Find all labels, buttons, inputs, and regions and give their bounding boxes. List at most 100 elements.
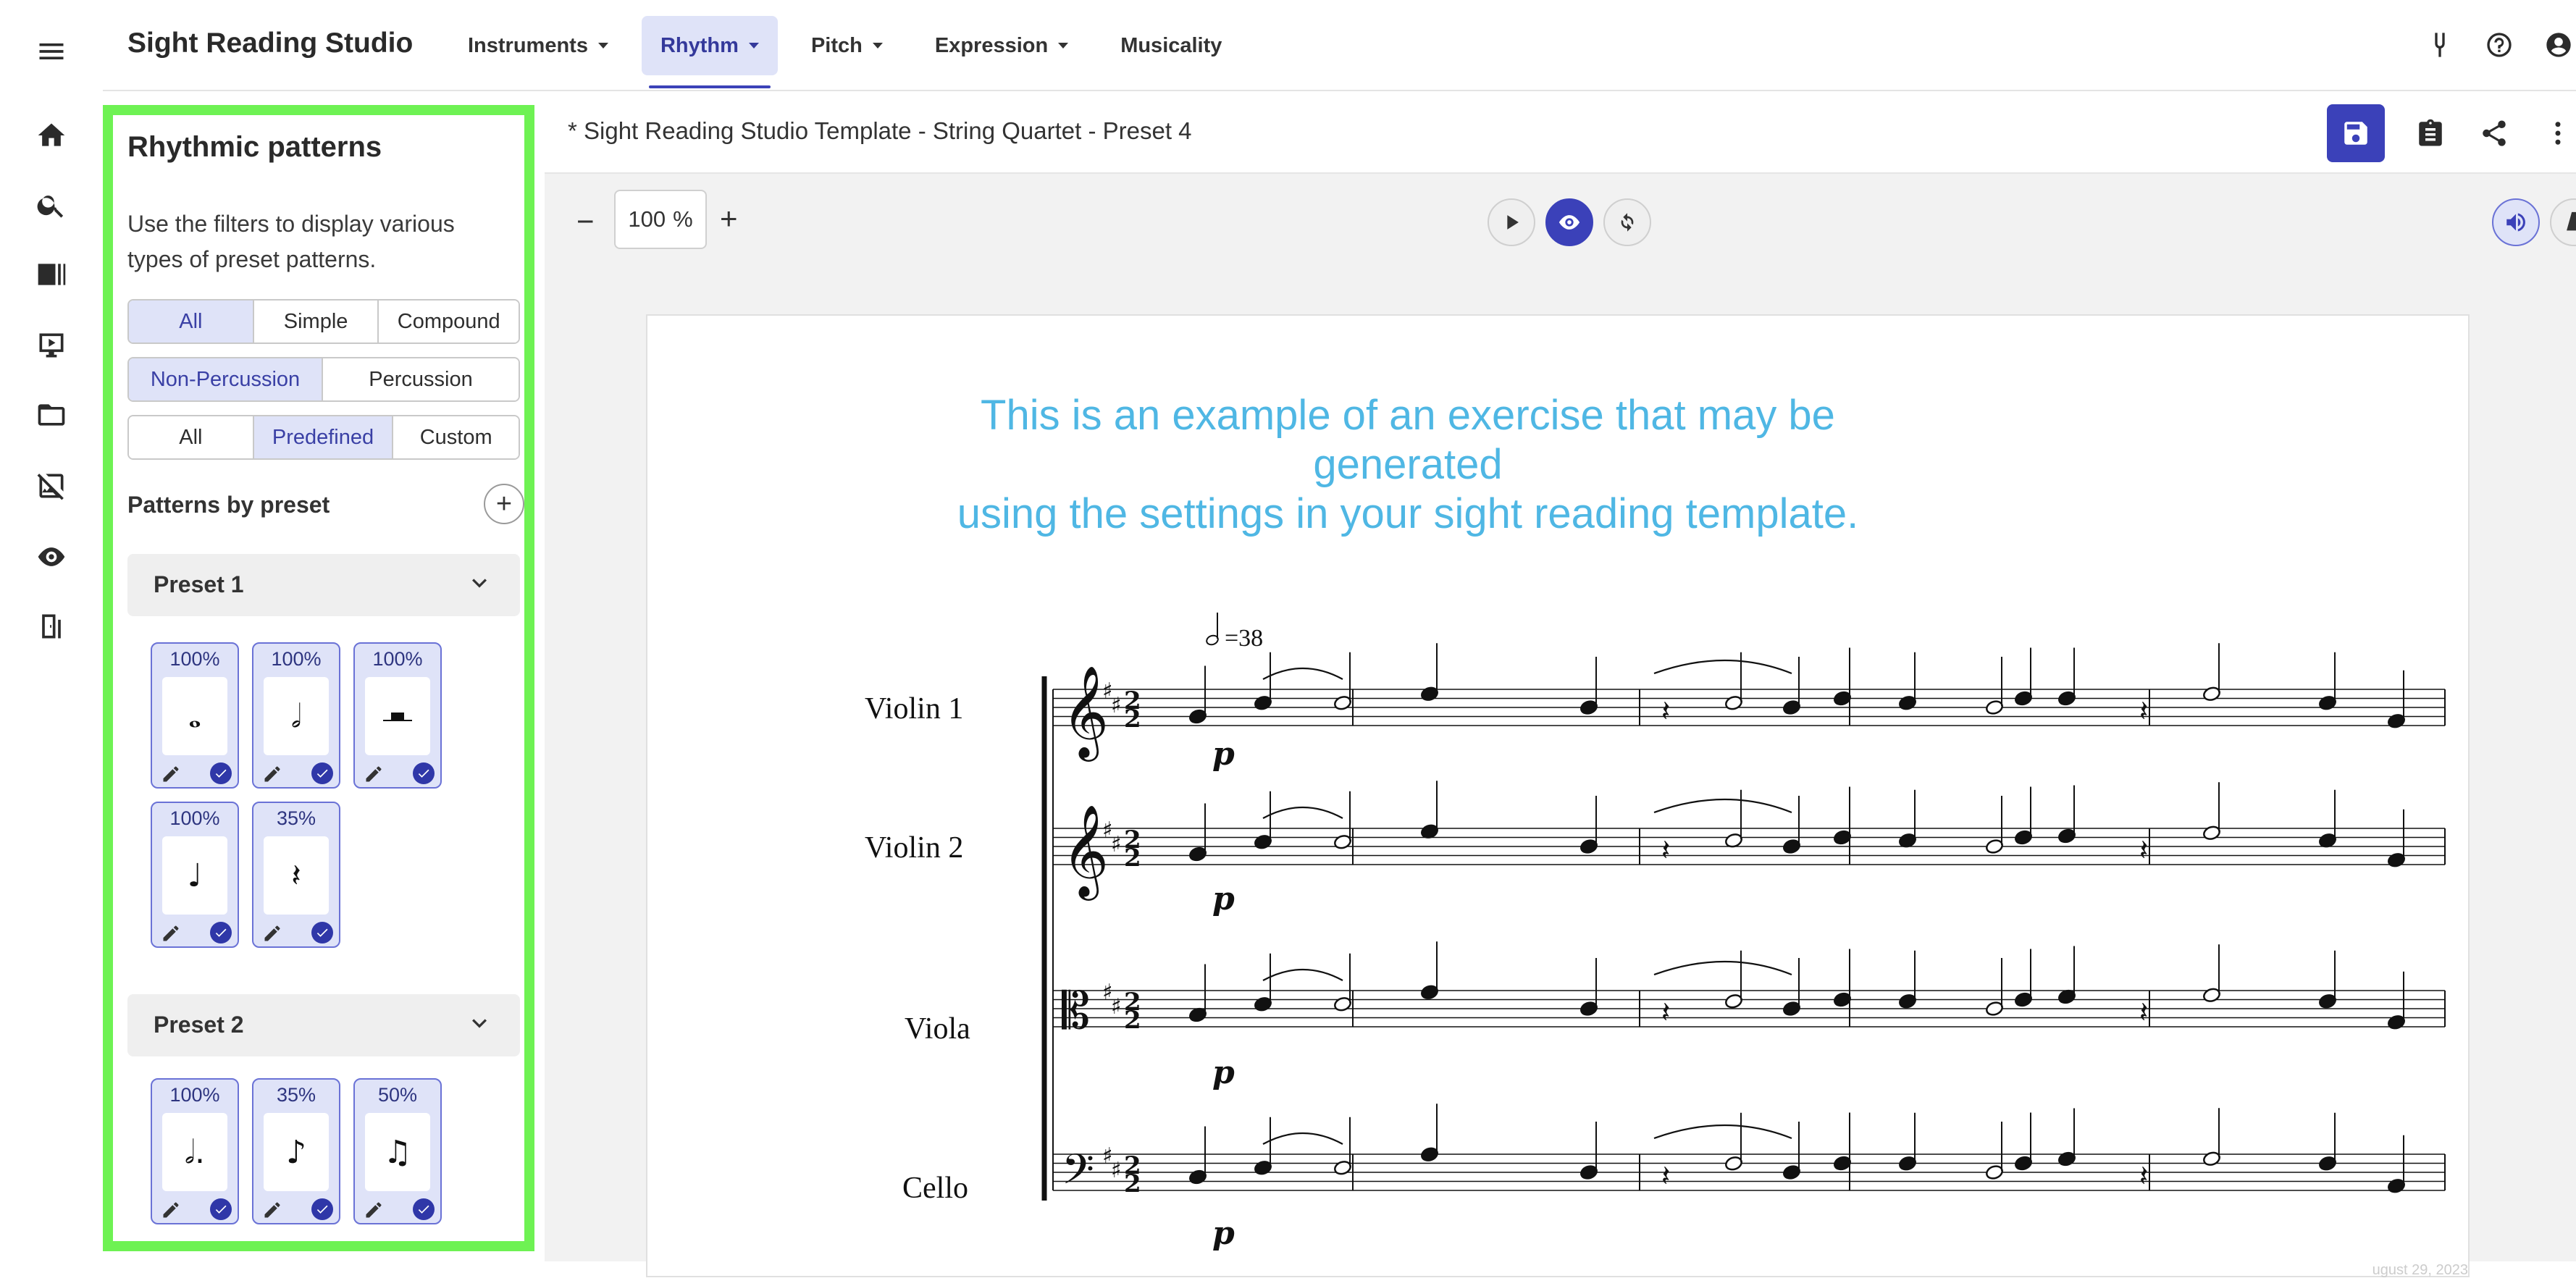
pencil-icon[interactable] [364,764,384,784]
time-signature: 2 [1124,705,1141,734]
eighth-note-icon: ♪ [264,1113,329,1191]
example-caption: This is an example of an exercise that m… [937,391,1879,539]
quarter-note-icon: ♩ [162,836,227,915]
check-icon[interactable] [413,1198,435,1220]
pencil-icon[interactable] [364,1200,384,1220]
save-button[interactable] [2327,104,2385,162]
app-title[interactable]: Sight Reading Studio [127,28,413,59]
preset-2-header[interactable]: Preset 2 [127,994,520,1056]
nav-rhythm[interactable]: Rhythm [641,16,778,88]
more-vert-icon[interactable] [2540,115,2576,151]
filter-percussion[interactable]: Percussion [323,358,519,400]
video-icon[interactable] [33,327,70,363]
filter-meter-all[interactable]: All [129,301,254,342]
nav-expression[interactable]: Expression [916,16,1087,75]
pattern-card[interactable]: 35% 𝄽 [252,802,340,948]
playback-controls [1488,198,1651,246]
filter-meter-simple[interactable]: Simple [253,301,379,342]
check-icon[interactable] [210,922,232,944]
clipboard-icon[interactable] [2412,115,2449,151]
filter-non-percussion[interactable]: Non-Percussion [129,358,324,400]
exit-icon[interactable] [33,608,70,644]
caption-line-1: This is an example of an exercise that m… [981,392,1835,488]
check-icon[interactable] [210,762,232,784]
play-button[interactable] [1488,198,1535,246]
pattern-percent: 50% [377,1084,418,1106]
chevron-down-icon [472,1019,487,1028]
help-icon[interactable] [2482,28,2517,62]
preset-1-header[interactable]: Preset 1 [127,554,520,616]
filter-meter-compound[interactable]: Compound [379,301,519,342]
check-icon[interactable] [311,922,333,944]
pattern-card[interactable]: 100% [353,642,442,789]
folder-icon[interactable] [33,397,70,433]
nav-instruments[interactable]: Instruments [449,16,627,75]
slur [1262,969,1343,981]
pencil-icon[interactable] [262,923,282,944]
ear-eye-icon[interactable] [33,539,70,575]
volume-icon [2506,213,2525,232]
pattern-percent: 100% [169,648,220,670]
metronome-button[interactable] [2550,198,2576,246]
dynamic-marking: p [1212,1054,1235,1091]
check-icon[interactable] [413,762,435,784]
add-pattern-button[interactable]: + [484,484,524,524]
source-filter: All Predefined Custom [127,415,520,460]
music-score: =38 𝄞 22♯♯𝄞 22♯♯𝄡 22♯♯𝄢 22♯♯ Violin 1 Violin… [865,613,2446,1252]
regenerate-button[interactable] [1603,198,1651,246]
zoom-in-button[interactable]: + [720,201,738,236]
pattern-percent: 100% [169,1084,220,1106]
pencil-icon[interactable] [262,764,282,784]
pattern-card[interactable]: 100% 𝅗𝅥. [151,1078,239,1224]
home-icon[interactable] [33,117,70,154]
nav-musicality[interactable]: Musicality [1102,16,1241,75]
chevron-down-icon [1058,43,1069,49]
account-icon[interactable] [2541,28,2576,62]
clef-icon: 𝄡 [1062,981,1090,1041]
pattern-card[interactable]: 100% ♩ [151,802,239,948]
tuning-fork-icon[interactable] [2422,28,2457,62]
share-icon[interactable] [2476,115,2512,151]
no-image-icon[interactable] [33,468,70,504]
sharp-icon: ♯ [1111,832,1122,857]
panel-title: Rhythmic patterns [127,131,382,163]
clef-icon: 𝄢 [1062,1145,1094,1204]
zoom-toolbar: − 100 % + [545,174,2576,261]
search-icon[interactable] [33,187,70,223]
half-rest-icon [365,677,430,755]
pattern-card[interactable]: 50% ♫ [353,1078,442,1224]
filter-source-predefined[interactable]: Predefined [253,416,394,458]
document-title: * Sight Reading Studio Template - String… [568,117,1192,144]
nav-label: Pitch [810,33,863,57]
pattern-card[interactable]: 100% 𝅗𝅥 [252,642,340,789]
filter-source-custom[interactable]: Custom [393,416,519,458]
pencil-icon[interactable] [262,1200,282,1220]
pattern-percent: 35% [276,807,316,829]
zoom-out-button[interactable]: − [576,204,595,239]
document-bar: * Sight Reading Studio Template - String… [545,93,2576,174]
view-toggle-button[interactable] [1545,198,1593,246]
check-icon[interactable] [210,1198,232,1220]
preset-2-patterns: 100% 𝅗𝅥. 35% ♪ 50% ♫ [127,1056,520,1241]
check-icon[interactable] [311,1198,333,1220]
check-icon[interactable] [311,762,333,784]
pencil-icon[interactable] [161,764,181,784]
menu-icon[interactable] [33,33,70,70]
pencil-icon[interactable] [161,923,181,944]
pattern-percent: 100% [372,648,423,670]
pattern-card[interactable]: 100% 𝅝 [151,642,239,789]
tempo-value: =38 [1225,625,1263,652]
sound-toggle-button[interactable] [2492,198,2540,246]
pencil-icon[interactable] [161,1200,181,1220]
plus-icon: + [495,488,513,519]
dynamic-marking: p [1212,1215,1235,1252]
library-icon[interactable] [33,256,70,293]
nav-pitch[interactable]: Pitch [792,16,902,75]
preset-name: Preset 2 [154,1012,244,1038]
zoom-input[interactable]: 100 % [614,190,707,249]
meter-filter: All Simple Compound [127,299,520,344]
beamed-eighths-icon: ♫ [365,1113,430,1191]
zoom-unit: % [673,206,693,232]
pattern-card[interactable]: 35% ♪ [252,1078,340,1224]
filter-source-all[interactable]: All [129,416,254,458]
